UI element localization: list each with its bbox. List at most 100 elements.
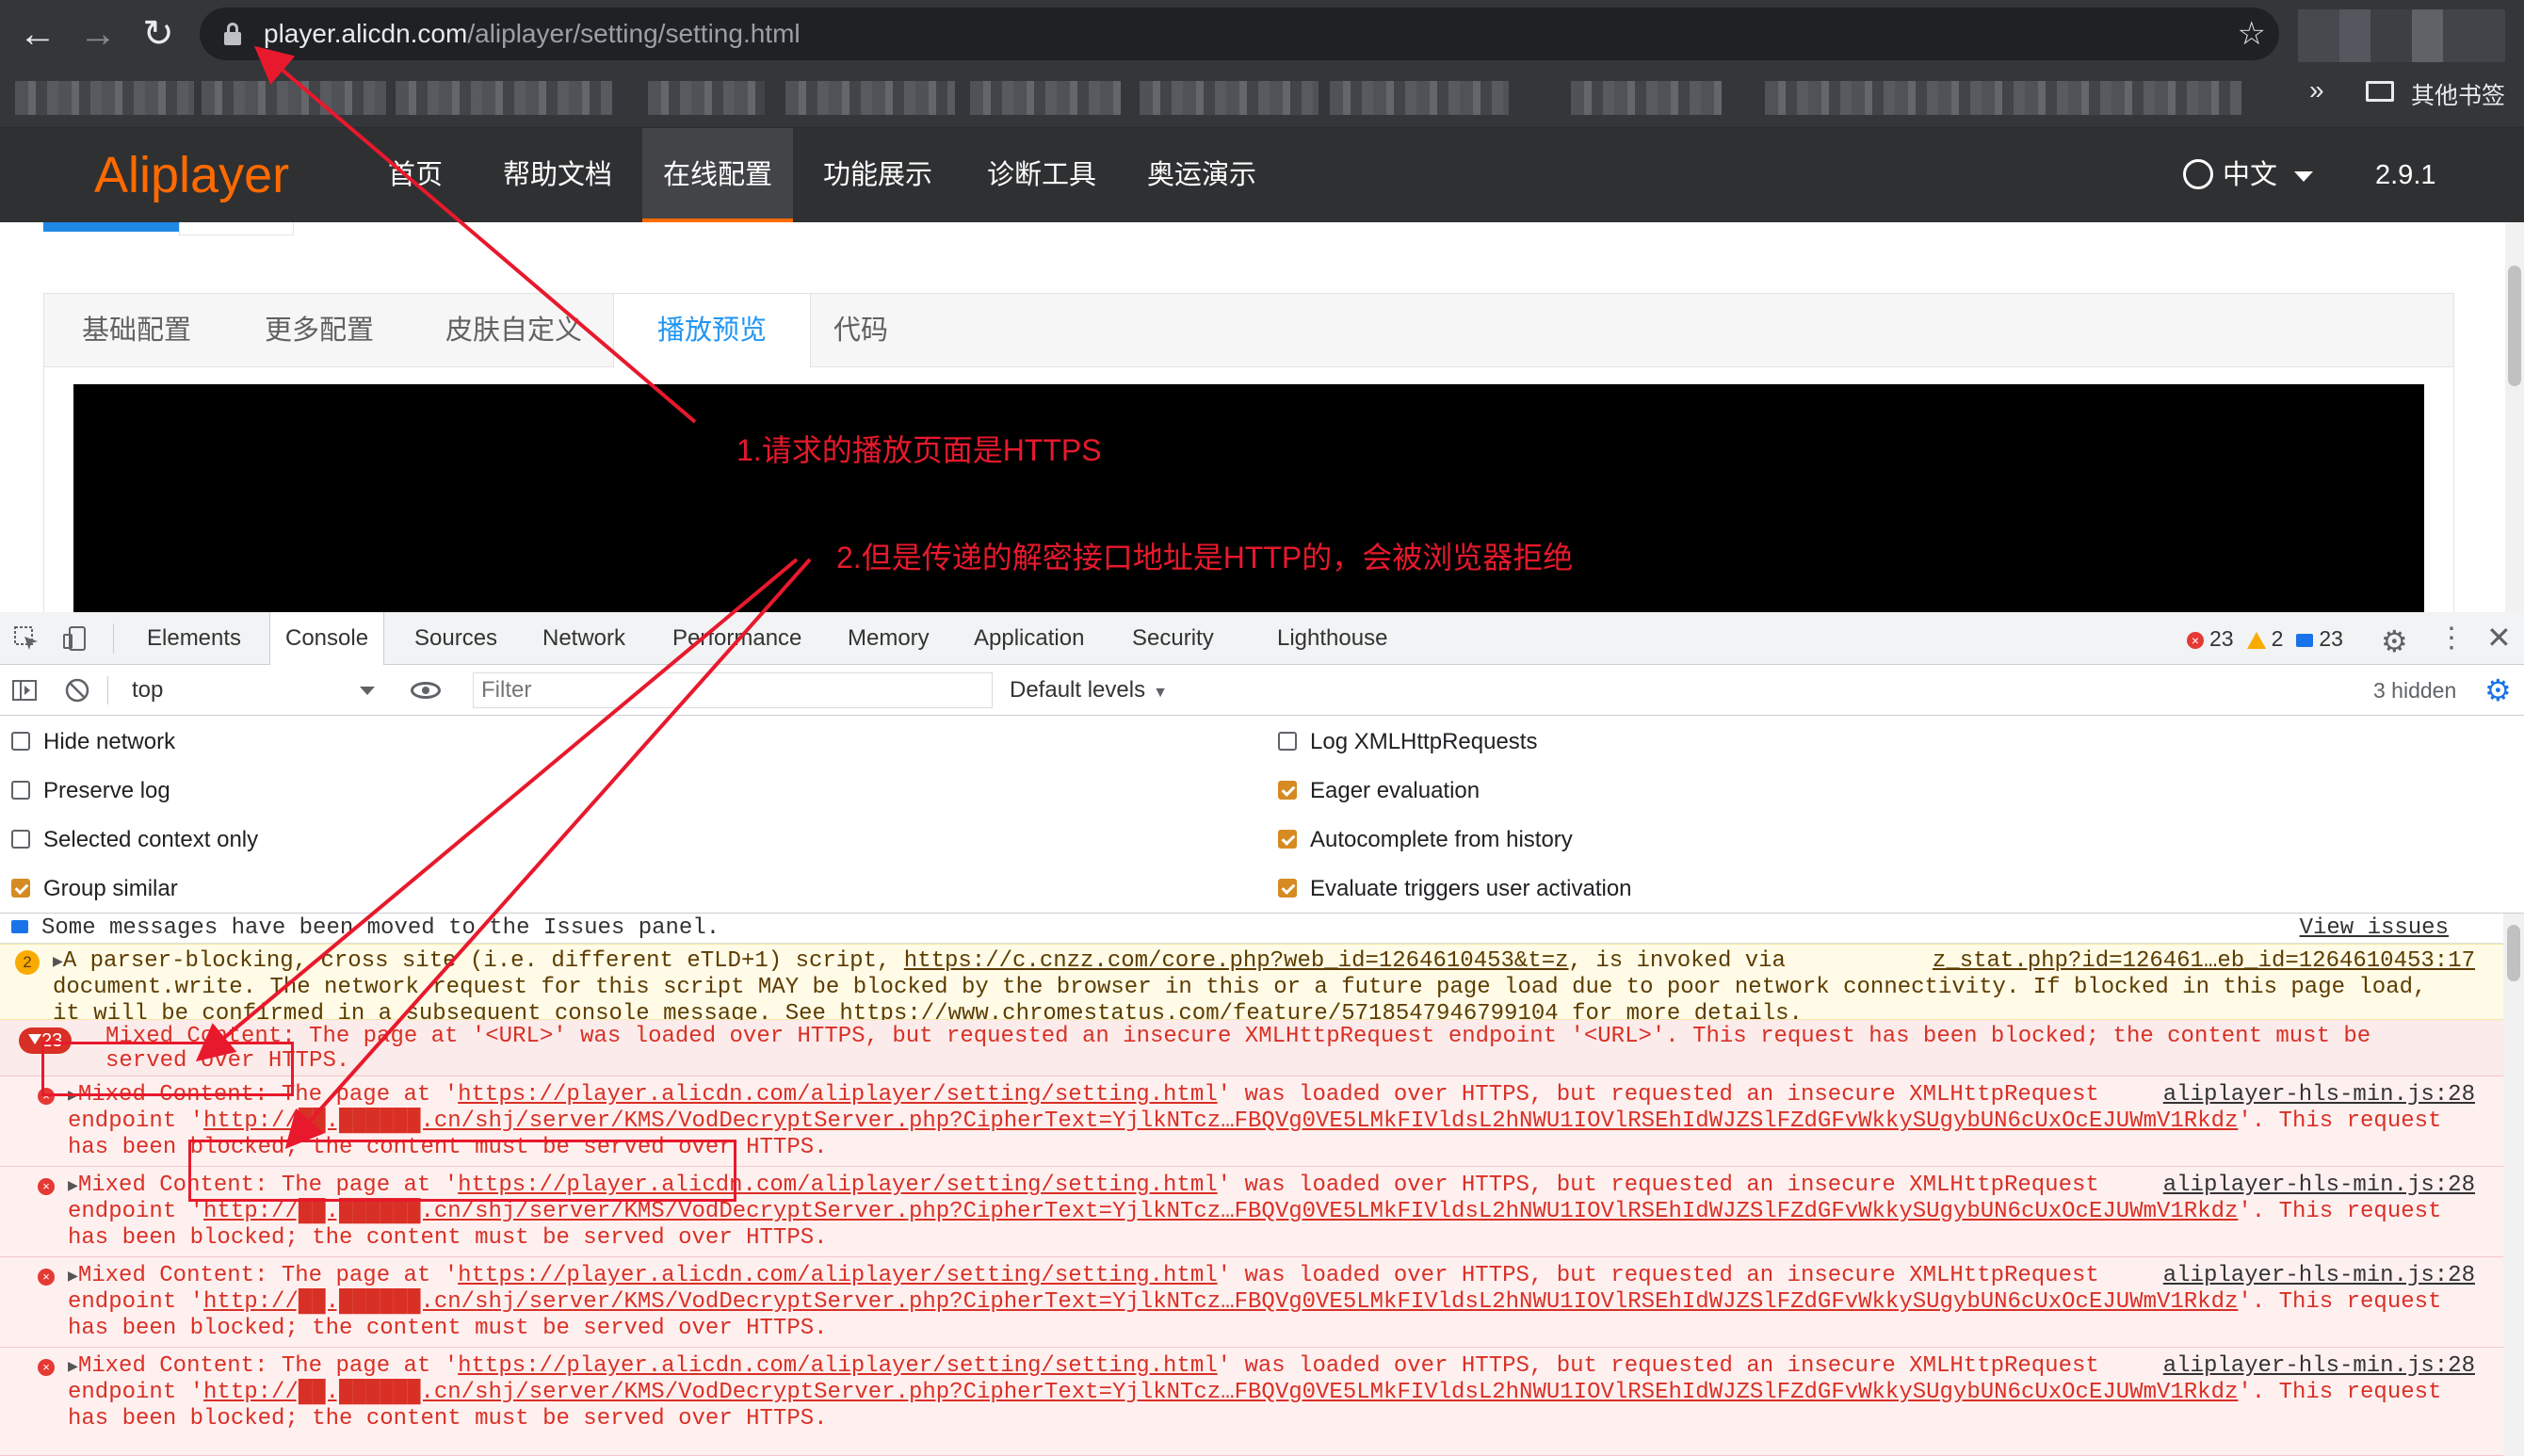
star-icon[interactable]: ☆ <box>2238 15 2266 53</box>
other-bookmarks[interactable]: 其他书签 <box>2411 77 2505 111</box>
bookmark-item[interactable] <box>202 81 386 115</box>
setting-hide-network[interactable]: Hide network <box>11 725 175 759</box>
sidebar-toggle-icon[interactable] <box>11 677 38 704</box>
page-url-link[interactable]: https://player.alicdn.com/aliplayer/sett… <box>458 1353 1218 1379</box>
checkbox-checked[interactable] <box>11 878 30 898</box>
error-source-link[interactable]: aliplayer-hls-min.js:28 <box>2163 1173 2475 1199</box>
nav-olympics-demo[interactable]: 奥运演示 <box>1126 128 1277 222</box>
nav-online-config[interactable]: 在线配置 <box>642 128 794 222</box>
video-player[interactable] <box>73 384 2424 614</box>
inspect-element-icon[interactable] <box>13 625 40 652</box>
log-levels-dropdown[interactable]: Default levels ▼ <box>1010 665 1168 716</box>
bookmark-item[interactable] <box>648 81 765 115</box>
tab-skin-custom[interactable]: 皮肤自定义 <box>445 294 582 367</box>
checkbox[interactable] <box>1278 731 1297 751</box>
console-message-error[interactable]: × ▶Mixed Content: The page at 'https://p… <box>0 1257 2503 1348</box>
checkbox[interactable] <box>11 829 30 849</box>
live-expression-eye-icon[interactable] <box>411 682 441 699</box>
setting-selected-context-only[interactable]: Selected context only <box>11 823 258 857</box>
endpoint-link[interactable]: http://██.██████.cn/shj/server/KMS/VodDe… <box>203 1199 2238 1224</box>
console-settings-gear-icon[interactable]: ⚙ <box>2484 672 2512 708</box>
console-scrollbar[interactable] <box>2503 914 2524 1456</box>
version-label: 2.9.1 <box>2375 160 2436 190</box>
language-selector[interactable]: 中文 <box>2183 128 2314 222</box>
lock-icon[interactable] <box>224 23 241 45</box>
warning-source-link[interactable]: z_stat.php?id=126461…eb_id=1264610453:17 <box>1933 948 2475 975</box>
nav-home[interactable]: 首页 <box>367 128 463 222</box>
folder-icon[interactable] <box>2366 81 2394 102</box>
settings-gear-icon[interactable]: ⚙ <box>2381 623 2408 659</box>
expand-triangle-icon[interactable]: ▶ <box>68 1177 78 1196</box>
nav-diagnostics[interactable]: 诊断工具 <box>966 128 1117 222</box>
tab-code[interactable]: 代码 <box>833 294 888 367</box>
page-url-link[interactable]: https://player.alicdn.com/aliplayer/sett… <box>458 1082 1218 1108</box>
error-source-link[interactable]: aliplayer-hls-min.js:28 <box>2163 1263 2475 1289</box>
nav-docs[interactable]: 帮助文档 <box>482 128 633 222</box>
context-selector[interactable]: top <box>115 665 380 716</box>
nav-features[interactable]: 功能展示 <box>802 128 953 222</box>
setting-log-xhr[interactable]: Log XMLHttpRequests <box>1278 725 1537 759</box>
bookmark-item[interactable] <box>785 81 955 115</box>
tab-basic-config[interactable]: 基础配置 <box>82 294 191 367</box>
tab-sources[interactable]: Sources <box>399 612 512 665</box>
tab-elements[interactable]: Elements <box>132 612 256 665</box>
view-issues-link[interactable]: View issues <box>2300 915 2449 942</box>
expand-triangle-icon[interactable] <box>28 1034 41 1044</box>
bookmark-item[interactable] <box>970 81 1121 115</box>
clear-console-icon[interactable] <box>64 677 90 704</box>
console-message-error[interactable]: × ▶Mixed Content: The page at 'https://p… <box>0 1348 2503 1456</box>
endpoint-link[interactable]: http://██.██████.cn/shj/server/KMS/VodDe… <box>203 1289 2238 1315</box>
error-source-link[interactable]: aliplayer-hls-min.js:28 <box>2163 1353 2475 1380</box>
setting-group-similar[interactable]: Group similar <box>11 872 178 906</box>
console-message-warning[interactable]: 2 ▶A parser-blocking, cross site (i.e. d… <box>0 944 2503 1027</box>
bookmark-item[interactable] <box>396 81 612 115</box>
checkbox[interactable] <box>11 780 30 800</box>
setting-evaluate-triggers[interactable]: Evaluate triggers user activation <box>1278 872 1632 906</box>
endpoint-link[interactable]: http://██.██████.cn/shj/server/KMS/VodDe… <box>203 1108 2238 1134</box>
checkbox-checked[interactable] <box>1278 829 1297 849</box>
tab-network[interactable]: Network <box>527 612 640 665</box>
expand-triangle-icon[interactable]: ▶ <box>68 1268 78 1286</box>
tab-security[interactable]: Security <box>1117 612 1229 665</box>
tab-more-config[interactable]: 更多配置 <box>265 294 374 367</box>
tab-play-preview[interactable]: 播放预览 <box>613 294 812 368</box>
reload-icon[interactable]: ↻ <box>136 11 181 57</box>
bookmark-item[interactable] <box>1330 81 1509 115</box>
bookmarks-more-icon[interactable]: » <box>2309 75 2324 105</box>
setting-eager-evaluation[interactable]: Eager evaluation <box>1278 774 1480 808</box>
setting-preserve-log[interactable]: Preserve log <box>11 774 170 808</box>
tab-lighthouse[interactable]: Lighthouse <box>1262 612 1402 665</box>
tab-application[interactable]: Application <box>959 612 1099 665</box>
bookmark-item[interactable] <box>1571 81 1722 115</box>
console-message-group[interactable]: 23 Mixed Content: The page at '<URL>' wa… <box>0 1020 2503 1076</box>
device-toolbar-icon[interactable] <box>62 625 89 652</box>
warning-line-1: ▶A parser-blocking, cross site (i.e. dif… <box>53 948 1786 976</box>
back-icon[interactable]: ← <box>15 11 60 57</box>
expand-triangle-icon[interactable]: ▶ <box>68 1358 78 1377</box>
script-link[interactable]: https://c.cnzz.com/core.php?web_id=12646… <box>904 948 1569 974</box>
checkbox-checked[interactable] <box>1278 780 1297 800</box>
bookmark-item[interactable] <box>15 81 194 115</box>
bookmark-item[interactable] <box>1140 81 1319 115</box>
tab-performance[interactable]: Performance <box>657 612 817 665</box>
setting-autocomplete-history[interactable]: Autocomplete from history <box>1278 823 1573 857</box>
error-source-link[interactable]: aliplayer-hls-min.js:28 <box>2163 1082 2475 1108</box>
logo[interactable]: Aliplayer <box>94 147 289 203</box>
checkbox[interactable] <box>11 731 30 751</box>
page-scrollbar[interactable] <box>2505 222 2524 612</box>
forward-icon[interactable]: → <box>75 11 121 57</box>
tab-memory[interactable]: Memory <box>833 612 945 665</box>
endpoint-link[interactable]: http://██.██████.cn/shj/server/KMS/VodDe… <box>203 1380 2238 1405</box>
address-bar[interactable]: player.alicdn.com/aliplayer/setting/sett… <box>200 8 2279 60</box>
button-edge[interactable] <box>43 222 179 232</box>
expand-triangle-icon[interactable]: ▶ <box>53 953 63 972</box>
more-options-icon[interactable]: ⋮ <box>2437 622 2466 655</box>
page-url-link[interactable]: https://player.alicdn.com/aliplayer/sett… <box>458 1263 1218 1288</box>
bookmark-item[interactable] <box>1765 81 2241 115</box>
close-icon[interactable]: ✕ <box>2486 620 2512 655</box>
filter-input[interactable] <box>473 672 993 708</box>
issue-counts[interactable]: × 23 2 23 <box>2187 612 2343 665</box>
tab-console[interactable]: Console <box>269 612 385 666</box>
checkbox-checked[interactable] <box>1278 878 1297 898</box>
button-edge[interactable] <box>179 222 294 235</box>
